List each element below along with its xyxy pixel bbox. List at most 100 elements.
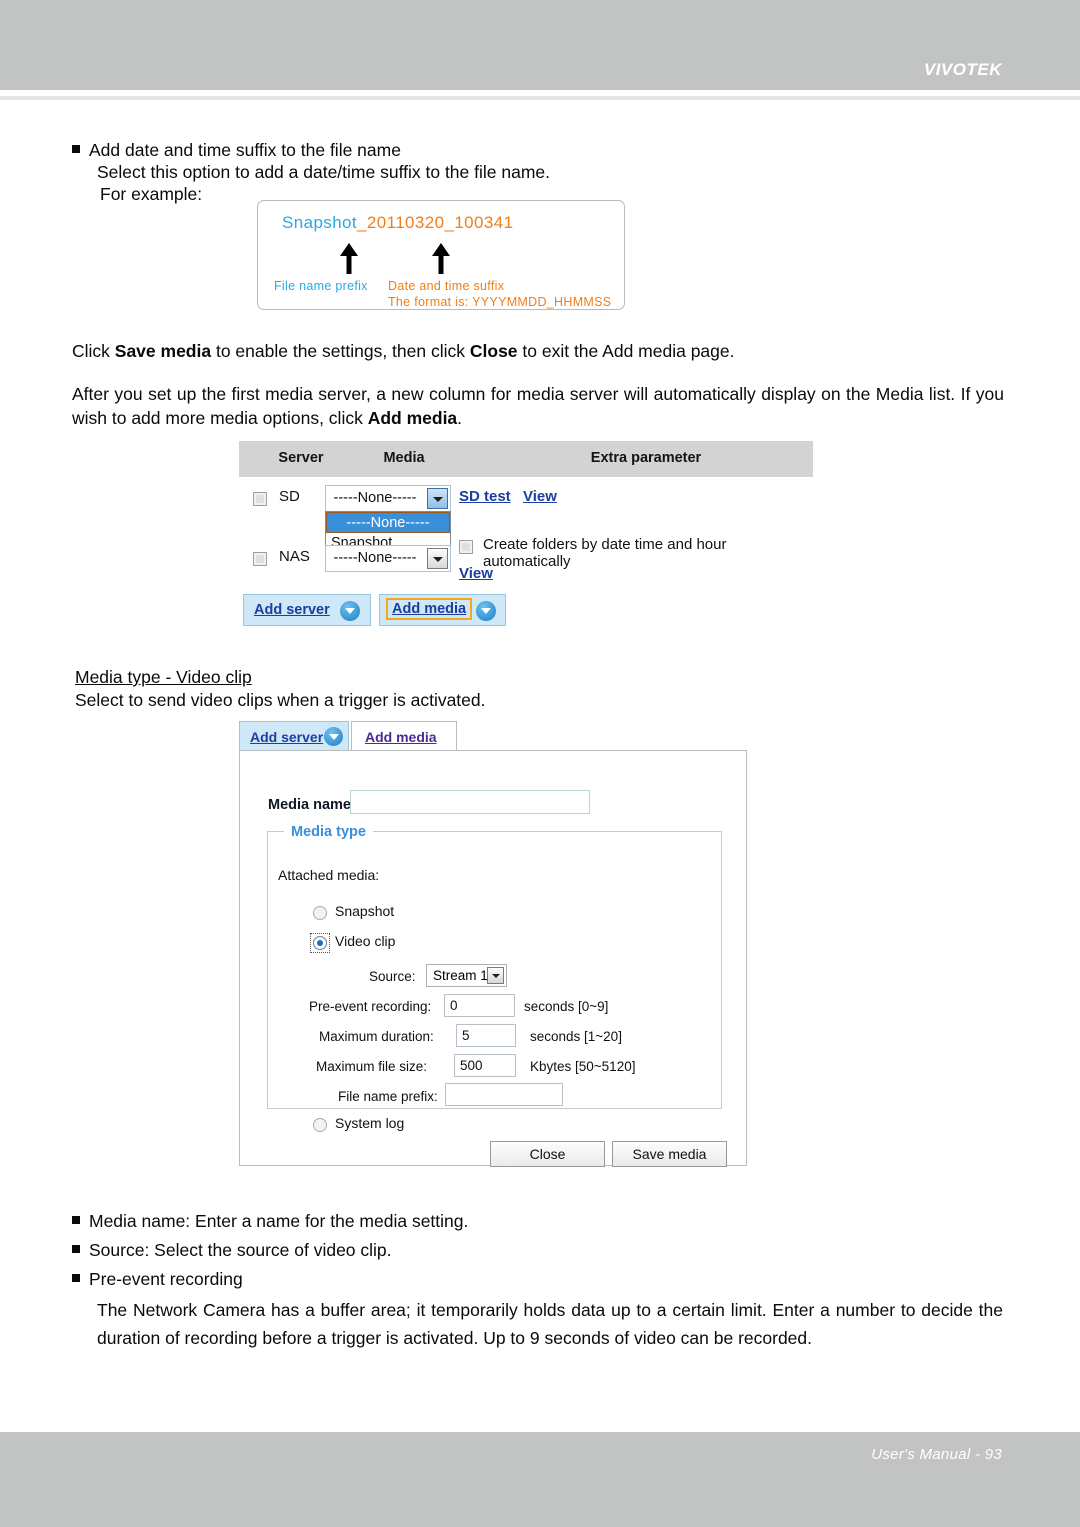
link-view-nas[interactable]: View <box>459 565 493 582</box>
para-save-media: Click Save media to enable the settings,… <box>72 339 972 363</box>
close-button[interactable]: Close <box>490 1141 605 1167</box>
note-pre-event-paragraph: The Network Camera has a buffer area; it… <box>97 1300 1003 1349</box>
link-view-sd[interactable]: View <box>523 488 557 505</box>
link-sd-test[interactable]: SD test <box>459 488 511 505</box>
dropdown-option-none[interactable]: -----None----- <box>326 512 450 533</box>
save-media-button[interactable]: Save media <box>612 1141 727 1167</box>
chevron-down-circle-icon[interactable] <box>324 727 343 746</box>
row-label-sd: SD <box>279 488 300 505</box>
label-create-folders: Create folders by date time and hour aut… <box>483 536 727 570</box>
para-save-d: to exit the Add media page. <box>517 341 735 361</box>
source-select-value: Stream 1 <box>433 968 488 983</box>
bullet-square-icon <box>72 1245 80 1254</box>
add-server-button[interactable]: Add server <box>243 594 371 626</box>
file-name-prefix-input[interactable] <box>445 1083 563 1106</box>
radio-snapshot-label: Snapshot <box>335 903 395 919</box>
desc-video-clip: Select to send video clips when a trigge… <box>75 690 486 710</box>
para-save-bold-close: Close <box>469 341 518 361</box>
snapshot-filename-suffix: _20110320_100341 <box>357 213 514 232</box>
checkbox-nas-box[interactable] <box>253 551 267 566</box>
para-save-a: Click <box>72 341 115 361</box>
unit-pre-event-recording: seconds [0~9] <box>524 999 609 1014</box>
footer-manual-page: User's Manual - 93 <box>871 1446 1002 1463</box>
add-media-dialog: Add server Add media Media name: Media t… <box>239 721 747 1167</box>
bullet-square-icon <box>72 1216 80 1225</box>
source-select[interactable]: Stream 1 <box>426 964 507 987</box>
tab-add-media-label: Add media <box>365 729 437 745</box>
suffix-desc-line1: Select this option to add a date/time su… <box>97 162 551 182</box>
bullet-add-date-suffix-title: Add date and time suffix to the file nam… <box>89 140 401 160</box>
media-select-sd-value: -----None----- <box>333 490 417 506</box>
snapshot-example-box: Snapshot_20110320_100341 File name prefi… <box>257 200 625 310</box>
add-server-button-label: Add server <box>254 602 330 618</box>
chevron-down-circle-icon[interactable] <box>476 601 496 621</box>
para-save-bold-save-media: Save media <box>114 341 212 361</box>
snapshot-example-filename: Snapshot_20110320_100341 <box>282 213 513 233</box>
column-header-server: Server <box>278 450 324 466</box>
chevron-down-icon[interactable] <box>427 488 448 509</box>
snapshot-filename-prefix: Snapshot <box>282 213 358 232</box>
media-select-nas[interactable]: -----None----- <box>325 545 451 572</box>
unit-maximum-file-size: Kbytes [50~5120] <box>530 1059 636 1074</box>
label-maximum-duration: Maximum duration: <box>319 1029 434 1044</box>
radio-snapshot[interactable] <box>313 906 327 920</box>
para-after-bold-add-media: Add media <box>367 408 458 429</box>
tab-add-media[interactable]: Add media <box>351 721 457 751</box>
note-source-text: Source: Select the source of video clip. <box>89 1240 392 1260</box>
label-media-name: Media name: <box>268 797 356 813</box>
media-type-legend: Media type <box>284 824 373 840</box>
arrow-up-prefix-icon <box>340 243 358 274</box>
bullet-square-icon <box>72 1274 80 1283</box>
header-divider <box>0 96 1080 100</box>
media-list-widget: Server Media Extra parameter SD -----Non… <box>239 440 813 640</box>
label-maximum-file-size: Maximum file size: <box>316 1059 428 1074</box>
label-file-name-prefix-field: File name prefix: <box>338 1089 438 1104</box>
note-pre-event-recording: Pre-event recording <box>72 1267 243 1291</box>
suffix-desc-line2: For example: <box>100 184 203 204</box>
heading-media-type-video-clip: Media type - Video clip <box>75 665 252 689</box>
add-media-dialog-body: Media name: Media type Attached media: S… <box>239 750 747 1167</box>
add-media-button-label: Add media <box>386 598 473 620</box>
label-pre-event-recording: Pre-event recording: <box>309 999 432 1014</box>
label-file-name-prefix: File name prefix <box>274 279 368 293</box>
para-after-a: After you set up the first media server,… <box>72 384 1004 429</box>
checkbox-sd[interactable] <box>253 490 267 508</box>
media-list-header-row: Server Media Extra parameter <box>239 440 813 477</box>
label-attached-media: Attached media: <box>278 867 380 883</box>
row-label-nas: NAS <box>279 548 310 565</box>
vivotek-logo: VIVOTEK <box>923 60 1002 79</box>
para-save-c: to enable the settings, then click <box>211 341 470 361</box>
label-date-time-suffix: Date and time suffix <box>388 279 505 293</box>
tab-add-server[interactable]: Add server <box>239 721 349 751</box>
checkbox-create-folders-box[interactable] <box>459 539 473 554</box>
media-name-input[interactable] <box>350 790 590 814</box>
chevron-down-icon[interactable] <box>427 548 448 569</box>
maximum-duration-input[interactable] <box>456 1024 516 1047</box>
maximum-file-size-input[interactable] <box>454 1054 516 1077</box>
note-source: Source: Select the source of video clip. <box>72 1238 392 1262</box>
page-header-band <box>0 0 1080 90</box>
checkbox-nas[interactable] <box>253 550 267 568</box>
pre-event-recording-input[interactable] <box>444 994 515 1017</box>
chevron-down-circle-icon[interactable] <box>340 601 360 621</box>
manual-page: VIVOTEK Add date and time suffix to the … <box>0 0 1080 1527</box>
column-header-media: Media <box>383 450 425 466</box>
checkbox-sd-box[interactable] <box>253 491 267 506</box>
arrow-up-suffix-icon <box>432 243 450 274</box>
bullet-square-icon <box>72 145 80 154</box>
para-after-c: . <box>457 408 463 429</box>
add-media-button[interactable]: Add media <box>379 594 506 626</box>
unit-maximum-duration: seconds [1~20] <box>530 1029 622 1044</box>
media-select-sd[interactable]: -----None----- <box>325 485 451 512</box>
label-source: Source: <box>369 969 416 984</box>
column-header-extra-parameter: Extra parameter <box>590 450 702 466</box>
note-pre-event-recording-text: Pre-event recording <box>89 1269 243 1289</box>
radio-video-clip[interactable] <box>313 936 327 950</box>
checkbox-create-folders[interactable] <box>459 538 473 556</box>
label-format-string: The format is: YYYYMMDD_HHMMSS <box>388 295 612 309</box>
radio-system-log[interactable] <box>313 1118 327 1132</box>
tab-add-server-label: Add server <box>250 729 324 745</box>
para-after-setup: After you set up the first media server,… <box>72 382 1004 430</box>
note-media-name: Media name: Enter a name for the media s… <box>72 1209 468 1233</box>
chevron-down-icon[interactable] <box>487 967 504 984</box>
